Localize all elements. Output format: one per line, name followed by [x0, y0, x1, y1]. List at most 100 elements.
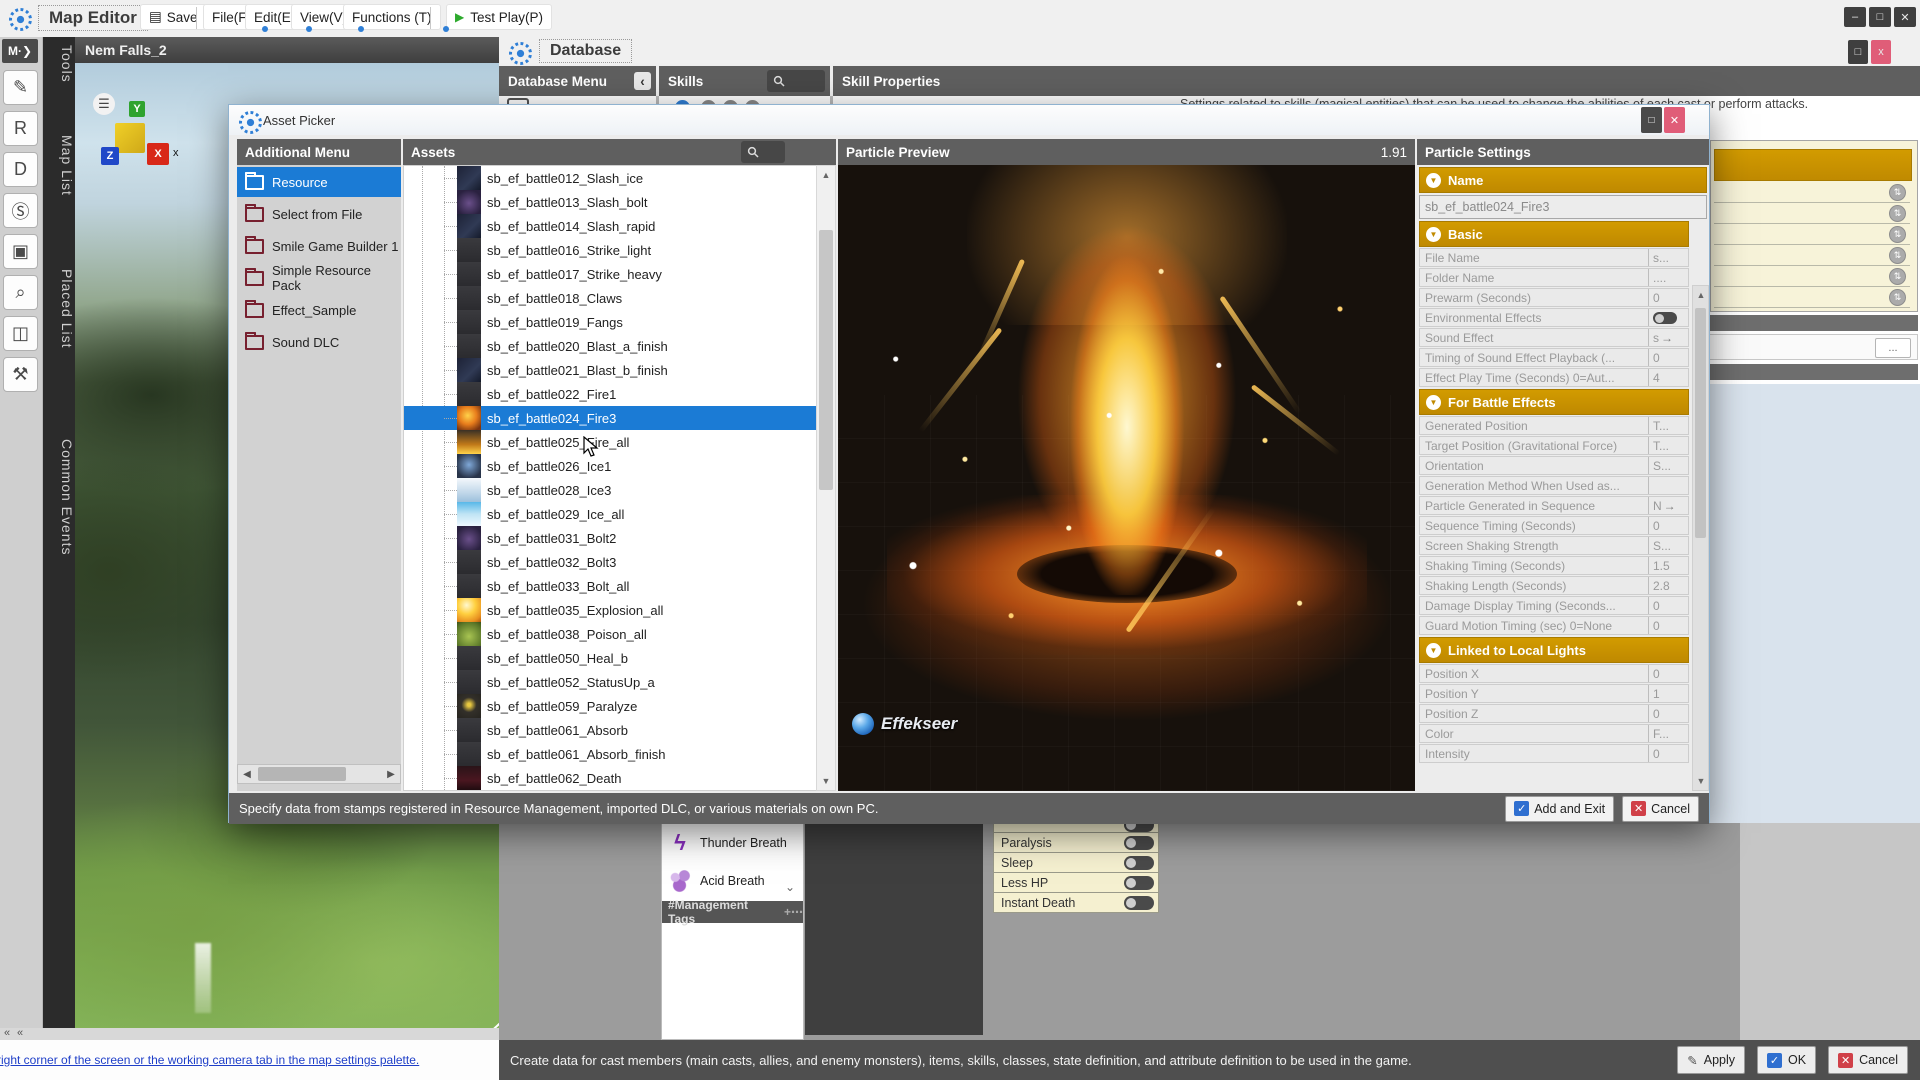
- asset-row[interactable]: sb_ef_battle031_Bolt2: [404, 526, 835, 550]
- scroll-left-icon[interactable]: ◀: [238, 765, 256, 783]
- setting-value[interactable]: 1 →: [1648, 685, 1688, 702]
- setting-row[interactable]: Shaking Length (Seconds) 2.8 →: [1419, 576, 1689, 595]
- scroll-left-icon[interactable]: «: [4, 1027, 10, 1039]
- test-play-button[interactable]: ▶ Test Play(P): [446, 4, 552, 30]
- scroll-down-icon[interactable]: ▼: [1692, 772, 1710, 790]
- assets-scrollbar[interactable]: ▲ ▼: [816, 165, 836, 791]
- asset-row[interactable]: sb_ef_battle062_Death: [404, 766, 835, 790]
- toolbar-icon[interactable]: ⚒: [3, 357, 38, 392]
- apply-button[interactable]: ✎ Apply: [1677, 1046, 1745, 1074]
- asset-row[interactable]: sb_ef_battle052_StatusUp_a: [404, 670, 835, 694]
- setting-row[interactable]: Timing of Sound Effect Playback (... 0 →: [1419, 348, 1689, 367]
- add-and-exit-button[interactable]: ✓ Add and Exit: [1505, 796, 1614, 822]
- skill-list-item[interactable]: Acid Breath: [662, 862, 803, 900]
- database-close-button[interactable]: x: [1871, 40, 1891, 64]
- sort-icon[interactable]: ⇅: [1889, 247, 1906, 264]
- section-local-lights[interactable]: ▼ Linked to Local Lights: [1419, 637, 1689, 663]
- sort-icon[interactable]: ⇅: [1889, 289, 1906, 306]
- setting-value[interactable]: 2.8 →: [1648, 577, 1688, 594]
- scroll-left-icon[interactable]: «: [17, 1027, 23, 1039]
- expand-toolbar-button[interactable]: M·❯: [2, 39, 38, 63]
- asset-row[interactable]: sb_ef_battle014_Slash_rapid: [404, 214, 835, 238]
- setting-value[interactable]: 0 →: [1648, 289, 1688, 306]
- toggle-switch[interactable]: [1124, 876, 1154, 890]
- setting-value[interactable]: 0 →: [1648, 617, 1688, 634]
- toggle-switch[interactable]: [1124, 823, 1154, 832]
- dialog-close-button[interactable]: ✕: [1664, 107, 1685, 133]
- map-menu-icon[interactable]: ☰: [93, 93, 115, 115]
- database-maximize-button[interactable]: □: [1848, 40, 1868, 64]
- additional-menu-item[interactable]: Smile Game Builder 1: [237, 231, 401, 261]
- additional-menu-item[interactable]: Resource: [237, 167, 401, 197]
- assets-search-input[interactable]: [741, 141, 785, 163]
- asset-row[interactable]: sb_ef_battle029_Ice_all: [404, 502, 835, 526]
- asset-row[interactable]: sb_ef_battle028_Ice3: [404, 478, 835, 502]
- toolbar-icon[interactable]: R: [3, 111, 38, 146]
- asset-row[interactable]: sb_ef_battle013_Slash_bolt: [404, 190, 835, 214]
- toolbar-icon[interactable]: ✎: [3, 70, 38, 105]
- setting-value[interactable]: 0 →: [1648, 517, 1688, 534]
- asset-row[interactable]: sb_ef_battle021_Blast_b_finish: [404, 358, 835, 382]
- menu-horizontal-scrollbar[interactable]: ◀ ▶: [237, 764, 401, 784]
- asset-row[interactable]: sb_ef_battle022_Fire1: [404, 382, 835, 406]
- setting-row[interactable]: Position X 0 →: [1419, 664, 1689, 683]
- toolbar-icon[interactable]: D: [3, 152, 38, 187]
- collapse-menu-button[interactable]: ‹: [634, 72, 651, 90]
- setting-value[interactable]: →: [1648, 477, 1688, 494]
- status-link-text[interactable]: right corner of the screen or the workin…: [0, 1053, 419, 1067]
- side-tab[interactable]: Tools: [43, 45, 75, 83]
- asset-row[interactable]: sb_ef_battle019_Fangs: [404, 310, 835, 334]
- toolbar-icon[interactable]: ⌕: [3, 275, 38, 310]
- scrollbar-thumb[interactable]: [819, 230, 833, 490]
- scroll-up-icon[interactable]: ▲: [1692, 286, 1710, 304]
- dialog-restore-button[interactable]: □: [1641, 107, 1662, 133]
- sort-icon[interactable]: ⇅: [1889, 205, 1906, 222]
- asset-row[interactable]: sb_ef_battle016_Strike_light: [404, 238, 835, 262]
- scroll-down-icon[interactable]: ▼: [817, 772, 835, 790]
- setting-value[interactable]: →: [1648, 309, 1688, 326]
- setting-row[interactable]: Particle Generated in Sequence N →: [1419, 496, 1689, 515]
- toolbar-icon[interactable]: ▣: [3, 234, 38, 269]
- setting-row[interactable]: Sound Effect s →: [1419, 328, 1689, 347]
- setting-row[interactable]: Position Z 0 →: [1419, 704, 1689, 723]
- setting-row[interactable]: Screen Shaking Strength S... →: [1419, 536, 1689, 555]
- sort-icon[interactable]: ⇅: [1889, 268, 1906, 285]
- asset-row[interactable]: sb_ef_battle050_Heal_b: [404, 646, 835, 670]
- setting-row[interactable]: Effect Play Time (Seconds) 0=Aut... 4 →: [1419, 368, 1689, 387]
- asset-row[interactable]: sb_ef_battle061_Absorb: [404, 718, 835, 742]
- sort-icon[interactable]: ⇅: [1889, 184, 1906, 201]
- setting-value[interactable]: 0 →: [1648, 745, 1688, 762]
- scrollbar-thumb[interactable]: [1695, 308, 1706, 538]
- toolbar-icon[interactable]: Ⓢ: [3, 193, 38, 228]
- asset-row[interactable]: sb_ef_battle035_Explosion_all: [404, 598, 835, 622]
- setting-row[interactable]: Orientation S... →: [1419, 456, 1689, 475]
- asset-row[interactable]: sb_ef_battle012_Slash_ice: [404, 166, 835, 190]
- scroll-up-icon[interactable]: ▲: [817, 166, 835, 184]
- more-button[interactable]: ...: [1875, 338, 1911, 358]
- setting-value[interactable]: S... →: [1648, 537, 1688, 554]
- gizmo-y-axis[interactable]: Y: [129, 101, 145, 117]
- setting-row[interactable]: Intensity 0 →: [1419, 744, 1689, 763]
- setting-row[interactable]: Color F... →: [1419, 724, 1689, 743]
- toggle-switch[interactable]: [1124, 836, 1154, 850]
- asset-row[interactable]: sb_ef_battle026_Ice1: [404, 454, 835, 478]
- asset-row[interactable]: sb_ef_battle038_Poison_all: [404, 622, 835, 646]
- setting-value[interactable]: T... →: [1648, 417, 1688, 434]
- setting-value[interactable]: 0 →: [1648, 597, 1688, 614]
- section-basic[interactable]: ▼ Basic: [1419, 221, 1689, 247]
- setting-value[interactable]: s... →: [1648, 249, 1688, 266]
- setting-value[interactable]: 1.5 →: [1648, 557, 1688, 574]
- ok-button[interactable]: ✓ OK: [1757, 1046, 1816, 1074]
- setting-row[interactable]: Damage Display Timing (Seconds... 0 →: [1419, 596, 1689, 615]
- setting-row[interactable]: Environmental Effects →: [1419, 308, 1689, 327]
- setting-row[interactable]: Guard Motion Timing (sec) 0=None 0 →: [1419, 616, 1689, 635]
- toolbar-icon[interactable]: ◫: [3, 316, 38, 351]
- gizmo-z-axis[interactable]: Z: [101, 147, 119, 165]
- setting-row[interactable]: Generation Method When Used as... →: [1419, 476, 1689, 495]
- scrollbar-thumb[interactable]: [258, 767, 346, 781]
- side-tab[interactable]: Common Events: [43, 439, 75, 555]
- scroll-down-icon[interactable]: ⌄: [785, 880, 795, 894]
- setting-row[interactable]: Position Y 1 →: [1419, 684, 1689, 703]
- maximize-button[interactable]: □: [1869, 7, 1891, 27]
- asset-row[interactable]: sb_ef_battle059_Paralyze: [404, 694, 835, 718]
